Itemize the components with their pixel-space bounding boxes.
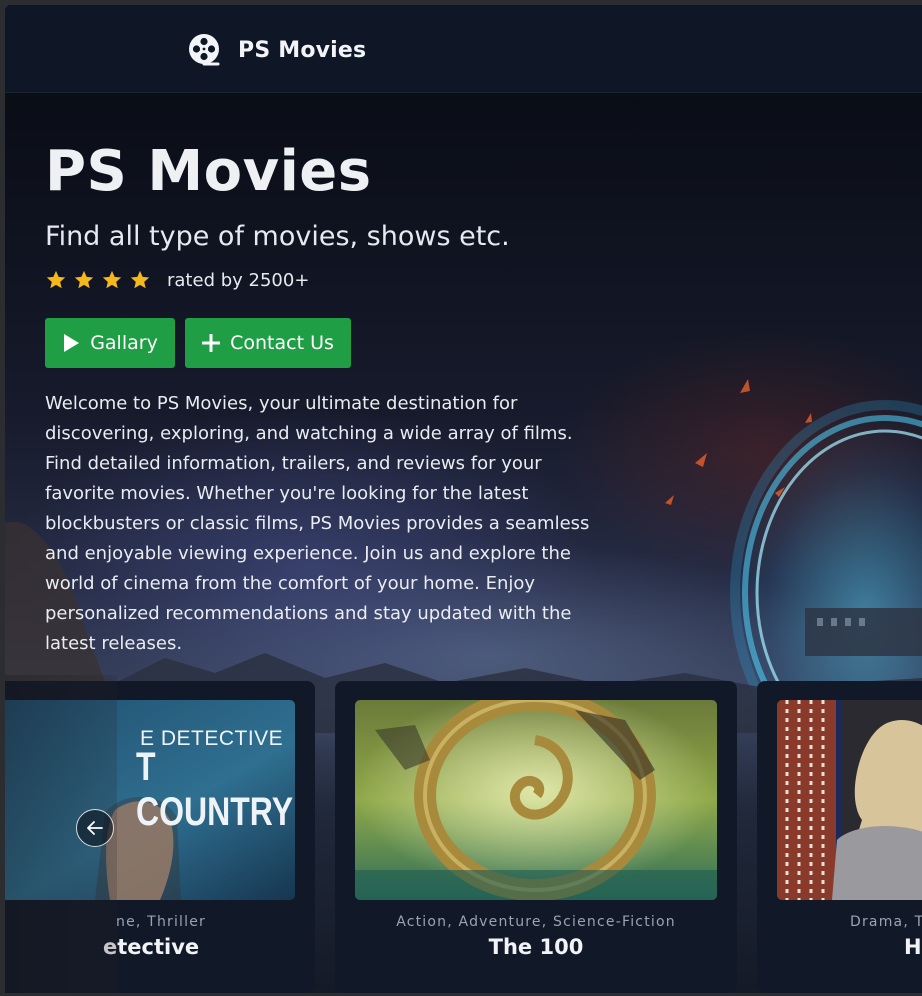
play-icon <box>64 334 80 352</box>
carousel-prev-button[interactable] <box>76 809 114 847</box>
hero-section: PS Movies Find all type of movies, shows… <box>5 93 922 993</box>
app-window: PS Movies PS Movies Find all type of mov… <box>5 5 922 993</box>
hero-description: Welcome to PS Movies, your ultimate dest… <box>45 393 590 654</box>
contact-us-button-label: Contact Us <box>230 332 334 354</box>
movie-title: The 100 <box>488 935 584 959</box>
hero-title: PS Movies <box>45 139 372 204</box>
star-icon <box>74 270 94 289</box>
star-icon <box>130 270 150 289</box>
movie-carousel: E DETECTIVE T COUNTRY ne, Thriller etect… <box>5 675 922 993</box>
movie-title: H <box>904 935 922 959</box>
rating: rated by 2500+ <box>45 269 309 291</box>
poster-image <box>355 700 717 900</box>
movie-poster <box>777 700 922 900</box>
poster-image <box>777 700 922 900</box>
star-icon <box>46 270 66 289</box>
brand[interactable]: PS Movies <box>188 31 366 69</box>
star-icon <box>102 270 122 289</box>
gallery-button[interactable]: Gallary <box>45 318 175 368</box>
movie-card[interactable]: Action, Adventure, Science-Fiction The 1… <box>335 681 737 993</box>
movie-genre: Action, Adventure, Science-Fiction <box>396 914 676 930</box>
movie-card[interactable]: Drama, T H <box>757 681 922 993</box>
gallery-button-label: Gallary <box>90 332 158 354</box>
rating-text: rated by 2500+ <box>167 269 310 291</box>
arrow-left-icon <box>87 821 103 835</box>
navbar: PS Movies <box>5 5 922 93</box>
contact-us-button[interactable]: Contact Us <box>185 318 351 368</box>
film-reel-icon <box>189 34 220 66</box>
brand-name: PS Movies <box>238 37 367 63</box>
movie-poster <box>355 700 717 900</box>
poster-text-bottom: T COUNTRY <box>136 745 294 834</box>
movie-genre: Drama, T <box>850 914 922 930</box>
hero-subtitle: Find all type of movies, shows etc. <box>45 221 510 252</box>
plus-icon <box>202 334 221 352</box>
